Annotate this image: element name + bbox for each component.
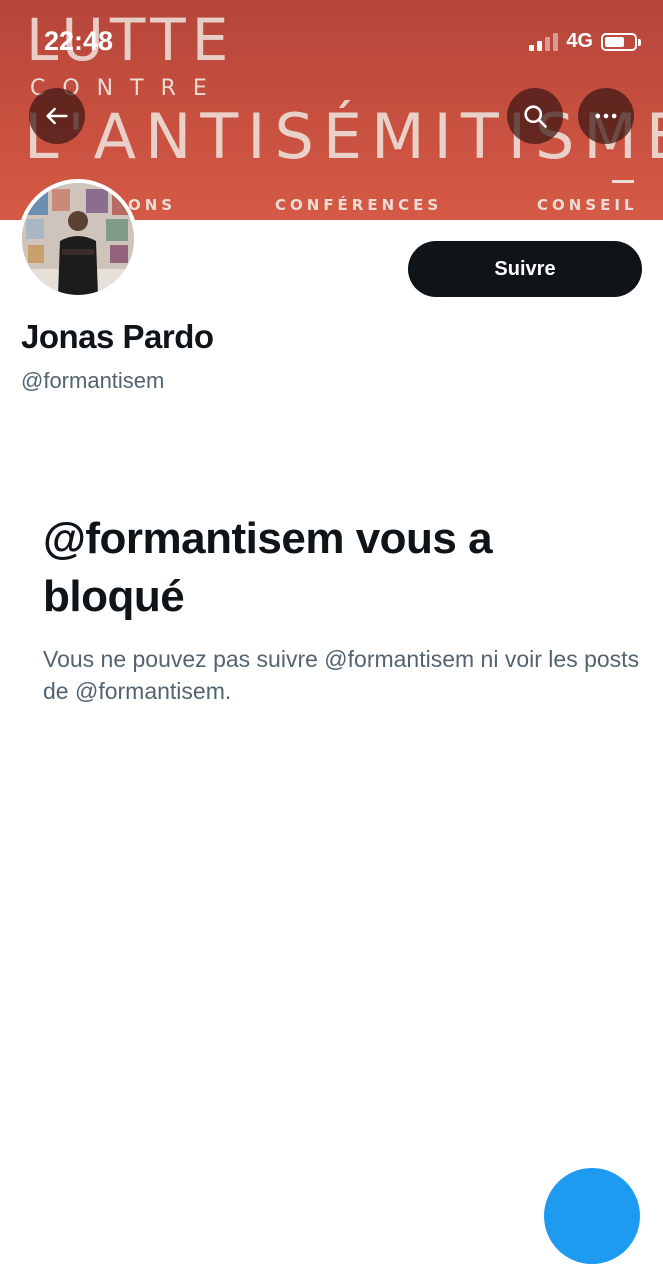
- banner-menu-item: ONS: [128, 196, 177, 214]
- profile-name: Jonas Pardo: [21, 318, 214, 355]
- avatar-photo: [22, 183, 134, 295]
- blocked-title: @formantisem vous a bloqué: [43, 514, 493, 621]
- compose-fab[interactable]: [544, 1168, 640, 1264]
- blocked-description: Vous ne pouvez pas suivre @formantisem n…: [43, 646, 640, 704]
- battery-icon: [601, 32, 641, 51]
- banner-menu-item: CONFÉRENCES: [275, 196, 443, 214]
- profile-avatar[interactable]: [18, 179, 138, 299]
- back-button[interactable]: [29, 88, 85, 144]
- status-indicators: 4G: [529, 30, 641, 53]
- banner-dash: [612, 180, 634, 183]
- banner-text-antisemitisme: L'ANTISÉMITISME: [24, 100, 663, 173]
- more-button[interactable]: [578, 88, 634, 144]
- profile-handle: @formantisem: [21, 368, 165, 393]
- arrow-left-icon: [46, 107, 68, 125]
- search-icon: [524, 105, 547, 128]
- follow-button[interactable]: Suivre: [408, 241, 642, 297]
- search-button[interactable]: [507, 88, 563, 144]
- status-time: 22:48: [44, 26, 114, 56]
- signal-icon: [529, 32, 559, 51]
- network-label: 4G: [566, 30, 593, 52]
- more-horizontal-icon: [595, 113, 617, 119]
- banner-menu-item: CONSEIL: [537, 196, 638, 214]
